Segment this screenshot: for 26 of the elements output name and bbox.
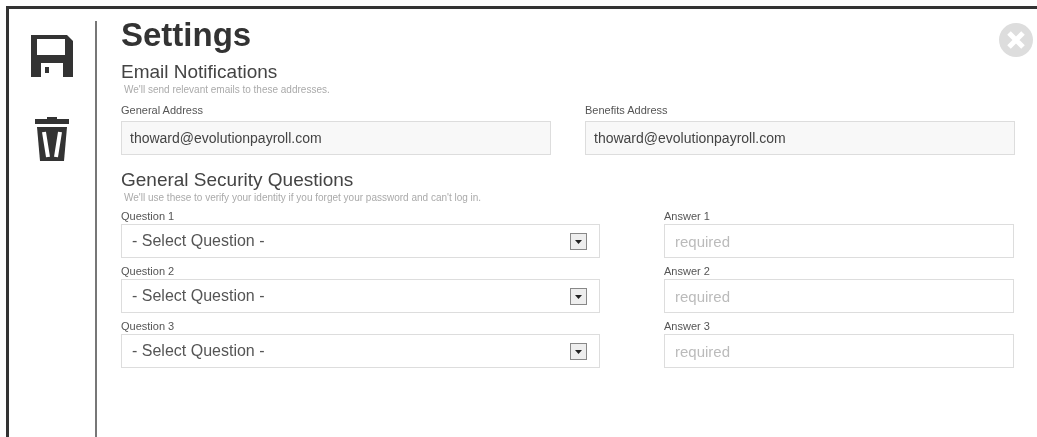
save-icon[interactable] (31, 35, 73, 77)
field-label: Answer 3 (664, 319, 710, 334)
section-heading: Email Notifications (121, 61, 278, 82)
section-heading: General Security Questions (121, 169, 354, 190)
field-label: Answer 2 (664, 264, 710, 279)
question-dropdown[interactable]: - Select Question - (121, 224, 600, 258)
answer-field[interactable]: required (664, 279, 1014, 313)
section-note: We'll send relevant emails to these addresses. (124, 84, 330, 95)
email-field[interactable]: thoward@evolutionpayroll.com (121, 121, 551, 155)
answer-field[interactable]: required (664, 334, 1014, 368)
question-dropdown[interactable]: - Select Question - (121, 279, 600, 313)
section-note: We'll use these to verify your identity if you forget your password and can't log in. (124, 192, 482, 203)
question-dropdown[interactable]: - Select Question - (121, 334, 600, 368)
answer-field[interactable]: required (664, 224, 1014, 258)
field-label: Benefits Address (585, 103, 668, 118)
field-label: Question 3 (121, 319, 175, 334)
email-field[interactable]: thoward@evolutionpayroll.com (585, 121, 1015, 155)
page-title: Settings (121, 15, 252, 55)
field-label: Question 1 (121, 209, 175, 224)
dropdown-caret-icon[interactable] (570, 342, 587, 360)
trash-icon[interactable] (35, 117, 69, 161)
field-label: General Address (121, 103, 203, 118)
dropdown-caret-icon[interactable] (570, 232, 587, 250)
dropdown-caret-icon[interactable] (570, 287, 587, 305)
field-label: Question 2 (121, 264, 175, 279)
field-label: Answer 1 (664, 209, 710, 224)
